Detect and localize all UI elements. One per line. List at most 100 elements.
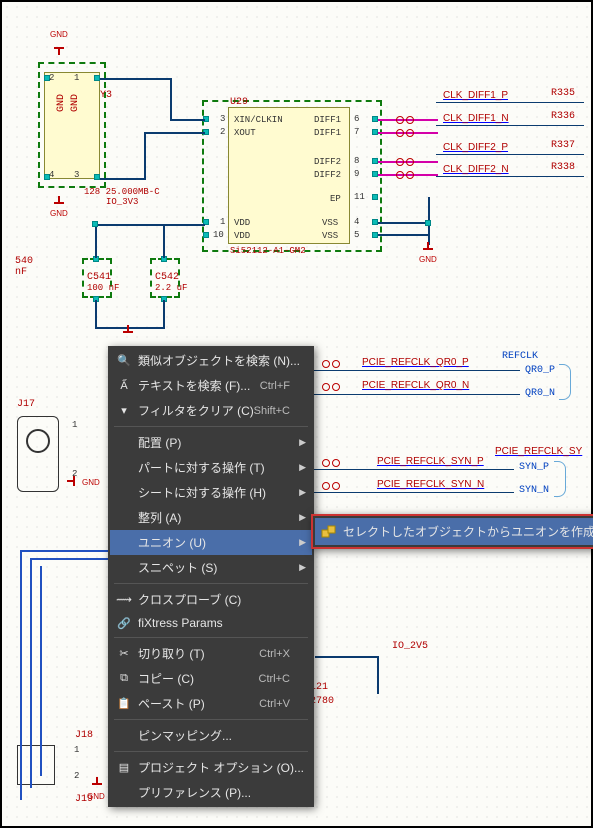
u29-part: Si52112-A1-GM2 (230, 246, 306, 256)
net-d2p: CLK_DIFF2_P (443, 142, 508, 153)
conn-j18[interactable] (17, 745, 55, 785)
chevron-right-icon: ▶ (299, 462, 306, 473)
net-synp: PCIE_REFCLK_SYN_P (377, 456, 484, 467)
io2v5: IO_2V5 (392, 641, 428, 652)
j18-p2: 2 (74, 771, 79, 781)
j18: J18 (75, 730, 93, 741)
diff-sym4 (396, 171, 414, 179)
gnd-c (121, 325, 135, 339)
net-q0n: PCIE_REFCLK_QR0_N (362, 380, 469, 391)
menu-union[interactable]: ユニオン (U) ▶ (110, 530, 312, 555)
p-d2a: DIFF2 (314, 157, 341, 167)
menu-preferences[interactable]: プリファレンス (P)... (110, 780, 312, 805)
menu-part-ops[interactable]: パートに対する操作 (T) ▶ (110, 455, 312, 480)
menu-label: スニペット (S) (138, 559, 217, 576)
ds7 (322, 459, 340, 467)
menu-label: ユニオン (U) (138, 534, 206, 551)
menu-place[interactable]: 配置 (P) ▶ (110, 430, 312, 455)
chevron-right-icon: ▶ (299, 562, 306, 573)
menu-align[interactable]: 整列 (A) ▶ (110, 505, 312, 530)
gnd-t1: GND (50, 30, 68, 39)
gnd-r (421, 242, 435, 256)
menu-pinmap[interactable]: ピンマッピング... (110, 723, 312, 748)
u29-ref: U29 (230, 97, 248, 108)
conn-j17[interactable] (17, 416, 59, 492)
pin2: 2 (49, 73, 54, 83)
separator (114, 751, 308, 752)
diff-sym3 (396, 158, 414, 166)
funnel-icon: ▾ (116, 403, 132, 419)
menu-find-similar[interactable]: 🔍 類似オブジェクトを検索 (N)... (110, 348, 312, 373)
menu-snippet[interactable]: スニペット (S) ▶ (110, 555, 312, 580)
union-icon (321, 524, 337, 540)
menu-label: プロジェクト オプション (O)... (138, 759, 304, 776)
p-vss1: VSS (322, 218, 338, 228)
menu-sheet-ops[interactable]: シートに対する操作 (H) ▶ (110, 480, 312, 505)
j18-p1: 1 (74, 745, 79, 755)
p-xout: XOUT (234, 128, 256, 138)
link-icon: 🔗 (116, 615, 132, 631)
pin3: 3 (74, 170, 79, 180)
pn4: 4 (354, 217, 359, 227)
pn11: 11 (354, 192, 365, 202)
stack-icon: ▤ (116, 760, 132, 776)
separator (114, 426, 308, 427)
gnd-bl1t: GND (87, 792, 105, 801)
union-submenu[interactable]: セレクトしたオブジェクトからユニオンを作成 (311, 514, 593, 549)
menu-cut[interactable]: ✂ 切り取り (T) Ctrl+X (110, 641, 312, 666)
context-menu[interactable]: 🔍 類似オブジェクトを検索 (N)... Ấ テキストを検索 (F)... Ct… (108, 346, 314, 807)
menu-label: フィルタをクリア (C) (138, 402, 254, 419)
menu-copy[interactable]: ⧉ コピー (C) Ctrl+C (110, 666, 312, 691)
p-vdd2: VDD (234, 231, 250, 241)
pn8: 8 (354, 156, 359, 166)
brace1 (559, 364, 571, 400)
menu-find-text[interactable]: Ấ テキストを検索 (F)... Ctrl+F (110, 373, 312, 398)
pn10: 10 (213, 230, 224, 240)
chevron-right-icon: ▶ (299, 437, 306, 448)
p-d2b: DIFF2 (314, 170, 341, 180)
menu-paste[interactable]: 📋 ペースト (P) Ctrl+V (110, 691, 312, 716)
xtal-val: 128 25.000MB-C (84, 187, 160, 197)
p-ep: EP (330, 194, 341, 204)
menu-label: 配置 (P) (138, 434, 181, 451)
b-synp: SYN_P (519, 462, 549, 473)
ds5 (322, 360, 340, 368)
menu-project-options[interactable]: ▤ プロジェクト オプション (O)... (110, 755, 312, 780)
b-synn: SYN_N (519, 485, 549, 496)
chevron-right-icon: ▶ (299, 537, 306, 548)
net-d2n: CLK_DIFF2_N (443, 164, 509, 175)
c542v: 2.2 uF (155, 283, 187, 293)
r335: R335 (551, 88, 575, 99)
submenu-create-union[interactable]: セレクトしたオブジェクトからユニオンを作成 (315, 518, 593, 545)
menu-label: 類似オブジェクトを検索 (N)... (138, 352, 300, 369)
brace2 (554, 461, 566, 497)
gnd-j17t: GND (82, 478, 100, 487)
b-q0n: QR0_N (525, 388, 555, 399)
menu-fixtress[interactable]: 🔗 fiXtress Params (110, 612, 312, 634)
separator (114, 637, 308, 638)
gnd-icon2 (52, 196, 66, 210)
p-d1a: DIFF1 (314, 115, 341, 125)
shortcut: Shift+C (254, 405, 290, 417)
text-search-icon: Ấ (116, 378, 132, 394)
p-xin: XIN/CLKIN (234, 115, 283, 125)
menu-label: 切り取り (T) (138, 645, 205, 662)
pn7: 7 (354, 127, 359, 137)
ds6 (322, 383, 340, 391)
gnd-rt: GND (419, 255, 437, 264)
diff-sym1 (396, 116, 414, 124)
shortcut: Ctrl+C (259, 673, 290, 685)
c541: C541 (87, 272, 111, 283)
shortcut: Ctrl+X (259, 648, 290, 660)
menu-clear-filter[interactable]: ▾ フィルタをクリア (C) Shift+C (110, 398, 312, 423)
separator (114, 719, 308, 720)
scissors-icon: ✂ (116, 646, 132, 662)
copy-icon: ⧉ (116, 671, 132, 687)
r338: R338 (551, 162, 575, 173)
pin1: 1 (74, 73, 79, 83)
menu-crossprobe[interactable]: ⟿ クロスプローブ (C) (110, 587, 312, 612)
chevron-right-icon: ▶ (299, 487, 306, 498)
diff-sym2 (396, 129, 414, 137)
pn1a: 1 (220, 217, 225, 227)
gnd-j17 (67, 474, 81, 488)
